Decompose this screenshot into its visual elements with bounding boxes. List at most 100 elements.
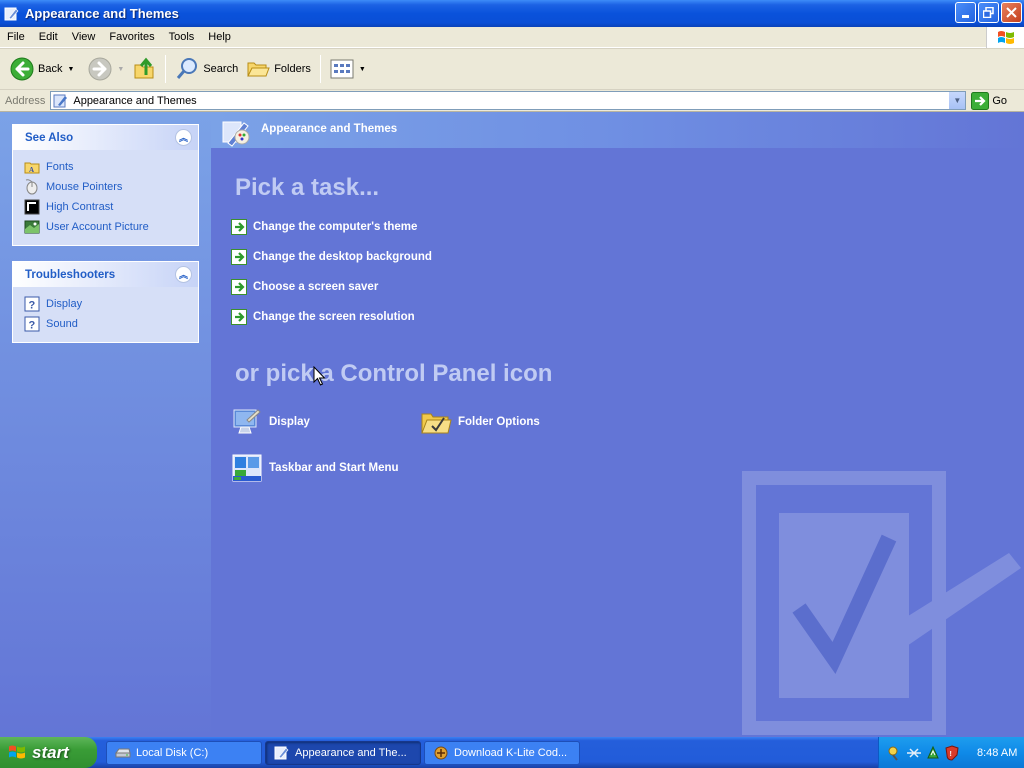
tray-security-shield-icon[interactable]: ! <box>944 744 960 761</box>
tray-connection-icon[interactable] <box>906 745 922 761</box>
menu-help[interactable]: Help <box>201 31 238 43</box>
tray-clock[interactable]: 8:48 AM <box>977 747 1017 759</box>
help-icon: ? <box>24 296 40 312</box>
see-also-item-high-contrast[interactable]: High Contrast <box>24 197 198 217</box>
toolbar: Back ▼ ▼ Search Folders ▼ <box>0 48 1024 90</box>
collapse-icon[interactable]: ︽ <box>175 129 192 146</box>
see-also-label: User Account Picture <box>46 221 149 233</box>
address-label: Address <box>5 94 46 107</box>
control-panel-icon <box>4 7 19 20</box>
see-also-header[interactable]: See Also ︽ <box>13 125 198 150</box>
task-choose-screensaver[interactable]: Choose a screen saver <box>231 279 378 295</box>
title-bar[interactable]: Appearance and Themes <box>0 0 1024 27</box>
minimize-button[interactable] <box>955 2 976 23</box>
task-change-theme[interactable]: Change the computer's theme <box>231 219 417 235</box>
cp-icon-display[interactable]: Display <box>231 406 310 438</box>
pick-icon-heading: or pick a Control Panel icon <box>235 360 553 387</box>
task-change-background[interactable]: Change the desktop background <box>231 249 432 265</box>
left-task-pane: See Also ︽ A Fonts Mouse Pointers High C… <box>0 112 211 737</box>
menu-bar: File Edit View Favorites Tools Help <box>0 27 1024 48</box>
window-title: Appearance and Themes <box>25 6 179 21</box>
back-button[interactable]: Back ▼ <box>6 52 78 86</box>
taskbar-button-local-disk[interactable]: Local Disk (C:) <box>106 740 262 765</box>
search-label: Search <box>203 63 239 75</box>
mouse-icon <box>24 179 40 195</box>
folders-icon <box>247 62 270 77</box>
display-icon <box>233 409 261 434</box>
windows-logo-icon <box>9 745 25 759</box>
menu-favorites[interactable]: Favorites <box>102 31 161 43</box>
see-also-item-mouse-pointers[interactable]: Mouse Pointers <box>24 177 198 197</box>
tray-network-icon[interactable] <box>887 745 903 761</box>
task-label: Change the computer's theme <box>253 221 418 233</box>
troubleshooter-item-display[interactable]: ? Display <box>24 294 198 314</box>
troubleshooter-label: Sound <box>46 318 78 330</box>
menu-tools[interactable]: Tools <box>162 31 202 43</box>
taskbar: start Local Disk (C:) Appearance and The… <box>0 737 1024 768</box>
go-button[interactable]: Go <box>971 91 1008 110</box>
taskbar-icon <box>232 454 262 482</box>
cp-icon-taskbar-start-menu[interactable]: Taskbar and Start Menu <box>231 452 399 484</box>
taskbar-button-label: Download K-Lite Cod... <box>454 746 568 759</box>
tray-update-icon[interactable] <box>925 745 941 761</box>
taskbar-button-appearance-themes[interactable]: Appearance and The... <box>265 740 421 765</box>
control-panel-icon <box>53 94 68 107</box>
up-button[interactable] <box>128 52 160 86</box>
views-button[interactable]: ▼ <box>326 52 370 86</box>
svg-text:A: A <box>29 166 34 174</box>
green-arrow-icon <box>231 309 247 325</box>
forward-dropdown-icon[interactable]: ▼ <box>117 66 124 73</box>
high-contrast-icon <box>24 199 40 215</box>
folders-button[interactable]: Folders <box>242 52 315 86</box>
restore-icon <box>983 7 994 18</box>
taskbar-button-label: Appearance and The... <box>295 746 407 759</box>
start-button[interactable]: start <box>0 737 97 768</box>
system-tray: ! 8:48 AM <box>878 737 1024 768</box>
back-arrow-icon <box>10 57 34 81</box>
menu-edit[interactable]: Edit <box>32 31 65 43</box>
address-bar: Address Appearance and Themes ▼ Go <box>0 90 1024 112</box>
cp-icon-label: Display <box>269 416 310 428</box>
troubleshooters-header[interactable]: Troubleshooters ︽ <box>13 262 198 287</box>
taskbar-button-download-klite[interactable]: Download K-Lite Cod... <box>424 740 580 765</box>
back-label: Back <box>38 63 63 75</box>
search-button[interactable]: Search <box>171 52 242 86</box>
mouse-cursor-icon <box>313 366 326 386</box>
see-also-item-user-account-picture[interactable]: User Account Picture <box>24 217 198 237</box>
search-icon <box>177 58 198 79</box>
views-dropdown-icon[interactable]: ▼ <box>359 66 366 73</box>
fonts-folder-icon: A <box>24 159 40 175</box>
close-button[interactable] <box>1001 2 1022 23</box>
download-icon <box>434 746 448 759</box>
hard-drive-icon <box>115 748 131 757</box>
task-label: Change the desktop background <box>253 251 432 263</box>
task-label: Change the screen resolution <box>253 311 415 323</box>
task-change-resolution[interactable]: Change the screen resolution <box>231 309 415 325</box>
start-label: start <box>32 742 69 762</box>
folders-label: Folders <box>274 63 311 75</box>
see-also-title: See Also <box>25 131 74 144</box>
main-content: Appearance and Themes Pick a task... Cha… <box>211 112 1024 737</box>
go-label: Go <box>992 94 1008 107</box>
menu-file[interactable]: File <box>0 31 32 43</box>
see-also-label: Fonts <box>46 161 74 173</box>
collapse-icon[interactable]: ︽ <box>175 266 192 283</box>
see-also-label: Mouse Pointers <box>46 181 123 193</box>
address-input[interactable]: Appearance and Themes ▼ <box>50 91 967 110</box>
address-dropdown-button[interactable]: ▼ <box>948 92 966 109</box>
restore-button[interactable] <box>978 2 999 23</box>
back-dropdown-icon[interactable]: ▼ <box>67 66 74 73</box>
forward-button[interactable]: ▼ <box>84 52 128 86</box>
cp-icon-label: Taskbar and Start Menu <box>269 462 399 474</box>
views-icon <box>330 59 354 79</box>
menu-view[interactable]: View <box>65 31 103 43</box>
troubleshooter-item-sound[interactable]: ? Sound <box>24 314 198 334</box>
appearance-themes-icon <box>222 121 250 147</box>
forward-arrow-icon <box>88 57 112 81</box>
folder-options-icon <box>421 413 452 434</box>
see-also-item-fonts[interactable]: A Fonts <box>24 157 198 177</box>
up-folder-icon <box>134 57 154 79</box>
cp-icon-folder-options[interactable]: Folder Options <box>420 406 540 438</box>
windows-logo-icon <box>986 27 1024 48</box>
cp-icon-label: Folder Options <box>458 416 540 428</box>
